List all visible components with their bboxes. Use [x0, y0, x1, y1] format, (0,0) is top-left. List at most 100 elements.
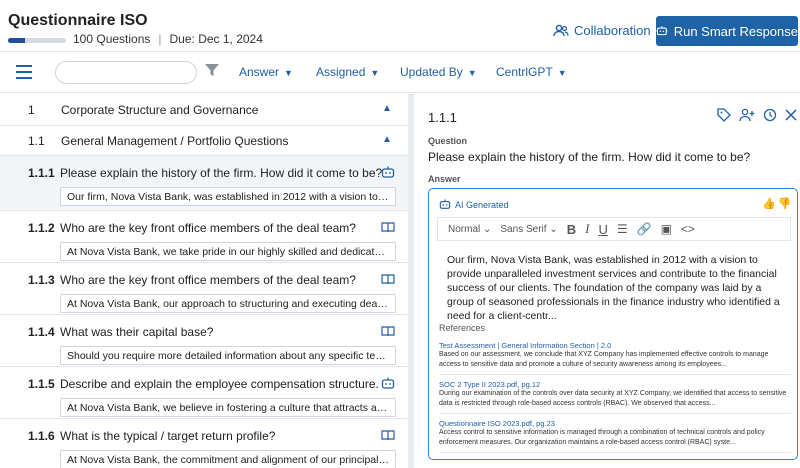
reference-text: Based on our assessment, we conclude tha…: [439, 351, 769, 368]
chevron-down-icon: ▼: [284, 68, 293, 78]
editor-toolbar: Normal ⌄ Sans Serif ⌄ B I U ☰ 🔗 ▣ <>: [437, 217, 791, 241]
robot-icon: [656, 26, 668, 36]
answer-body[interactable]: Our firm, Nova Vista Bank, was establish…: [447, 253, 787, 323]
chevron-up-icon[interactable]: ▲: [382, 103, 392, 114]
references-list: Test Assessment | General Information Se…: [439, 341, 791, 458]
question-row[interactable]: 1.1.4 What was their capital base? Shoul…: [0, 315, 408, 367]
section-number: 1: [28, 103, 35, 117]
question-count: 100 Questions: [73, 32, 151, 46]
list-icon[interactable]: ☰: [617, 222, 628, 236]
robot-icon: [439, 199, 451, 209]
answer-preview[interactable]: Our firm, Nova Vista Bank, was establish…: [60, 187, 396, 206]
filter-centrlgpt[interactable]: CentrlGPT ▼: [496, 65, 567, 79]
question-number: 1.1.1: [28, 166, 55, 180]
question-row[interactable]: 1.1.1 Please explain the history of the …: [0, 156, 408, 211]
history-icon[interactable]: [763, 108, 777, 122]
filter-toolbar: Answer ▼ Assigned ▼ Updated By ▼ CentrlGPT ▼: [0, 53, 800, 93]
robot-icon[interactable]: [381, 377, 395, 390]
question-row[interactable]: 1.1.5 Describe and explain the employee …: [0, 367, 408, 419]
reference-item[interactable]: Questionnaire ISO 2023.pdf, pg.23 Access…: [439, 419, 791, 453]
underline-button[interactable]: U: [598, 222, 607, 237]
book-icon[interactable]: [381, 273, 395, 286]
filter-label: CentrlGPT: [496, 65, 553, 79]
question-number: 1.1.5: [28, 377, 55, 391]
thumbs-up-icon[interactable]: 👍: [762, 198, 778, 210]
section-label: General Management / Portfolio Questions: [61, 134, 289, 148]
section-row[interactable]: 1.1 General Management / Portfolio Quest…: [0, 126, 408, 156]
section-row[interactable]: 1 Corporate Structure and Governance ▲: [0, 94, 408, 126]
detail-panel: 1.1.1 Question Please explain the histor…: [414, 94, 800, 468]
feedback-buttons: 👍👎: [762, 197, 793, 210]
bold-button[interactable]: B: [567, 222, 576, 237]
question-row[interactable]: 1.1.6 What is the typical / target retur…: [0, 419, 408, 468]
book-icon[interactable]: [381, 221, 395, 234]
page-title: Questionnaire ISO: [8, 12, 148, 29]
filter-answer[interactable]: Answer ▼: [239, 65, 293, 79]
reference-title[interactable]: SOC 2 Type II 2023.pdf, pg.12: [439, 380, 791, 389]
answer-editor[interactable]: AI Generated 👍👎 Normal ⌄ Sans Serif ⌄ B …: [428, 188, 798, 460]
answer-preview[interactable]: At Nova Vista Bank, our approach to stru…: [60, 294, 396, 313]
chevron-down-icon: ▼: [557, 68, 567, 78]
filter-assigned[interactable]: Assigned ▼: [316, 65, 379, 79]
filter-label: Updated By: [400, 65, 463, 79]
assign-user-icon[interactable]: [739, 108, 755, 122]
question-text: What was their capital base?: [60, 325, 214, 339]
chevron-down-icon: ▼: [467, 68, 477, 78]
link-icon[interactable]: 🔗: [637, 222, 652, 236]
menu-icon[interactable]: [16, 65, 32, 79]
ai-generated-label: AI Generated: [455, 199, 509, 210]
progress-fill: [8, 38, 26, 43]
search-input[interactable]: [55, 61, 197, 84]
answer-preview[interactable]: At Nova Vista Bank, we believe in foster…: [60, 398, 396, 417]
question-list: 1 Corporate Structure and Governance ▲ 1…: [0, 94, 408, 468]
detail-actions: [717, 108, 797, 122]
tag-icon[interactable]: [717, 108, 731, 122]
answer-preview[interactable]: Should you require more detailed informa…: [60, 346, 396, 365]
question-number: 1.1.2: [28, 221, 55, 235]
answer-preview[interactable]: At Nova Vista Bank, the commitment and a…: [60, 450, 396, 468]
book-icon[interactable]: [381, 325, 395, 338]
question-number: 1.1.3: [28, 273, 55, 287]
detail-question-text: Please explain the history of the firm. …: [428, 150, 751, 164]
question-text: Describe and explain the employee compen…: [60, 377, 379, 391]
run-smart-response-button[interactable]: Run Smart Response: [656, 16, 798, 46]
filter-label: Answer: [239, 65, 280, 79]
question-row[interactable]: 1.1.3 Who are the key front office membe…: [0, 263, 408, 315]
section-number: 1.1: [28, 134, 45, 148]
filter-icon[interactable]: [205, 63, 219, 77]
reference-text: Access control to sensitive information …: [439, 429, 765, 446]
collaboration-button[interactable]: Collaboration: [553, 23, 651, 38]
code-icon[interactable]: <>: [681, 222, 695, 236]
reference-title[interactable]: Test Assessment | General Information Se…: [439, 341, 791, 350]
filter-updated-by[interactable]: Updated By ▼: [400, 65, 477, 79]
question-text: Who are the key front office members of …: [60, 273, 356, 287]
font-select[interactable]: Sans Serif ⌄: [500, 224, 557, 235]
thumbs-down-icon[interactable]: 👎: [778, 198, 794, 210]
format-select[interactable]: Normal ⌄: [448, 224, 491, 235]
answer-label: Answer: [428, 174, 461, 184]
robot-icon[interactable]: [381, 166, 395, 179]
answer-preview[interactable]: At Nova Vista Bank, we take pride in our…: [60, 242, 396, 261]
italic-button[interactable]: I: [585, 221, 589, 237]
users-icon: [553, 24, 569, 36]
separator: |: [158, 32, 162, 46]
reference-title[interactable]: Questionnaire ISO 2023.pdf, pg.23: [439, 419, 791, 428]
book-icon[interactable]: [381, 429, 395, 442]
section-label: Corporate Structure and Governance: [61, 103, 259, 117]
reference-text: During our examination of the controls o…: [439, 390, 787, 407]
close-icon[interactable]: [785, 108, 797, 122]
chevron-up-icon[interactable]: ▲: [382, 134, 392, 145]
page-header: Questionnaire ISO 100 Questions | Due: Dec…: [0, 0, 800, 52]
image-icon[interactable]: ▣: [661, 222, 672, 236]
question-row[interactable]: 1.1.2 Who are the key front office membe…: [0, 211, 408, 263]
progress-bar: [8, 38, 66, 43]
run-label: Run Smart Response: [673, 23, 798, 39]
reference-item[interactable]: SOC 2 Type II 2023.pdf, pg.12 During our…: [439, 380, 791, 414]
detail-question-id: 1.1.1: [428, 110, 457, 125]
question-text: Who are the key front office members of …: [60, 221, 356, 235]
reference-item[interactable]: Test Assessment | General Information Se…: [439, 341, 791, 375]
question-number: 1.1.4: [28, 325, 55, 339]
due-date: Due: Dec 1, 2024: [169, 32, 263, 46]
collaboration-label: Collaboration: [574, 23, 651, 38]
ai-generated-badge: AI Generated: [439, 199, 509, 210]
